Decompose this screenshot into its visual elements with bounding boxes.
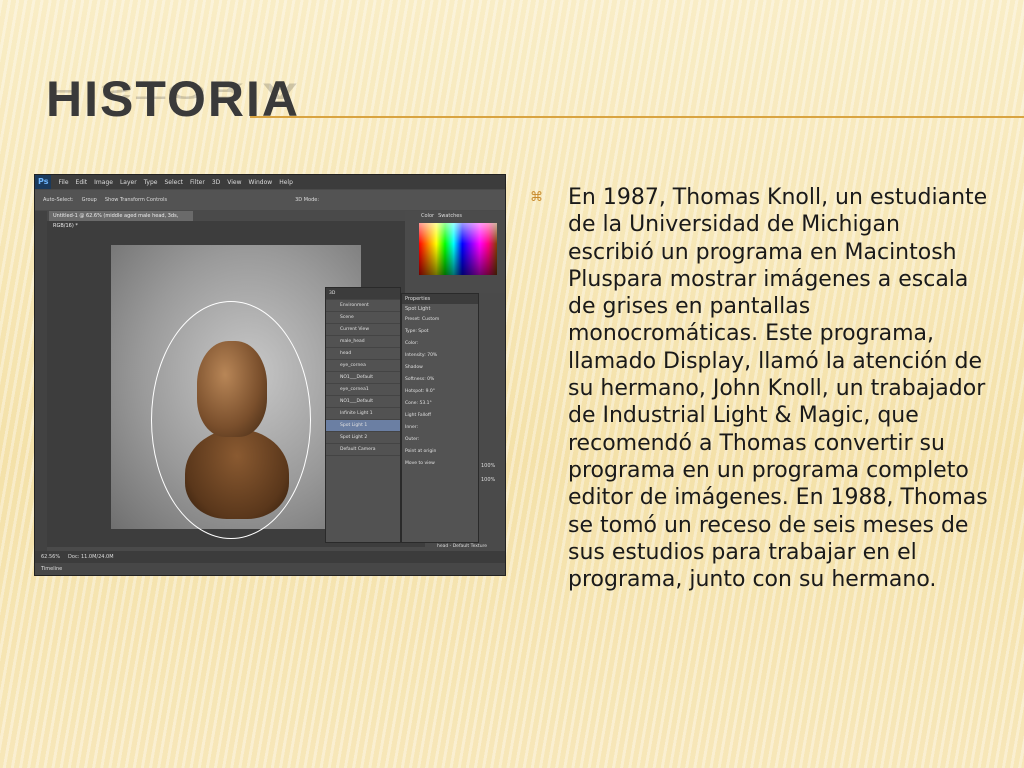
ps-menu-edit: Edit	[75, 178, 88, 186]
ps-menubar: Ps File Edit Image Layer Type Select Fil…	[35, 175, 505, 189]
ps-3d-row: Default Camera	[326, 444, 400, 456]
bullet-list: ⌘ En 1987, Thomas Knoll, un estudiante d…	[530, 184, 1000, 593]
ps-zoom-value: 100%	[481, 477, 496, 483]
ps-menu-view: View	[227, 178, 242, 186]
ps-prop-field: Preset: Custom	[405, 317, 440, 322]
ps-tools-panel	[35, 211, 47, 551]
photoshop-screenshot: Ps File Edit Image Layer Type Select Fil…	[34, 174, 506, 576]
ps-menu-3d: 3D	[211, 178, 221, 186]
ps-3d-row: eye_cornea1	[326, 384, 400, 396]
ps-3d-panel-header: 3D	[326, 288, 400, 300]
ps-status-doc: Doc: 11.0M/24.0M	[68, 554, 114, 560]
ps-menu-type: Type	[143, 178, 158, 186]
ps-prop-field: Softness: 0%	[405, 377, 435, 382]
ps-prop-field: Move to view	[405, 461, 435, 466]
ps-3d-row: Infinite Light 1	[326, 408, 400, 420]
ps-timeline-bar: Timeline	[35, 563, 505, 575]
ps-3d-row: Current View	[326, 324, 400, 336]
ps-prop-field: Hotspot: 9.0°	[405, 389, 435, 394]
ps-3d-mode-label: 3D Mode:	[295, 197, 320, 203]
ps-3d-row: NO1___Default	[326, 372, 400, 384]
ps-3d-row: head	[326, 348, 400, 360]
ps-show-transform-label: Show Transform Controls	[104, 197, 168, 203]
ps-properties-tab: Properties	[402, 294, 478, 304]
ps-prop-field: Point at origin	[405, 449, 437, 454]
ps-3d-panel: 3D Environment Scene Current View male_h…	[325, 287, 401, 543]
ps-menu-file: File	[58, 178, 69, 186]
ps-3d-head-shoulders	[185, 429, 289, 519]
ps-prop-field: Light Falloff	[405, 413, 431, 418]
bullet-cross-icon: ⌘	[530, 190, 543, 205]
ps-prop-field: Outer:	[405, 437, 420, 442]
ps-properties-panel: Properties Spot Light Preset: Custom Typ…	[401, 293, 479, 543]
ps-menu-help: Help	[279, 178, 293, 186]
ps-menu-select: Select	[164, 178, 183, 186]
ps-zoom-value: 100%	[481, 463, 496, 469]
ps-status-bar: 62.56% Doc: 11.0M/24.0M	[35, 551, 505, 563]
ps-properties-section: Spot Light	[402, 304, 478, 314]
ps-menu-image: Image	[94, 178, 113, 186]
ps-status-zoom: 62.56%	[41, 554, 61, 560]
ps-app-logo: Ps	[35, 175, 52, 189]
ps-prop-field: Cone: 53.1°	[405, 401, 432, 406]
ps-menu-filter: Filter	[189, 178, 205, 186]
ps-tab-swatches: Swatches	[438, 213, 462, 219]
bullet-item: ⌘ En 1987, Thomas Knoll, un estudiante d…	[530, 184, 1000, 593]
ps-prop-field: Shadow	[405, 365, 423, 370]
ps-3d-row-selected: Spot Light 1	[326, 420, 400, 432]
ps-3d-row: Scene	[326, 312, 400, 324]
ps-options-bar: Auto-Select: Group Show Transform Contro…	[35, 190, 505, 210]
ps-3d-row: male_head	[326, 336, 400, 348]
ps-prop-field: Inner:	[405, 425, 419, 430]
ps-group-select: Group	[81, 197, 97, 203]
ps-document-tab: Untitled-1 @ 62.6% (middle aged male hea…	[49, 211, 193, 229]
ps-prop-field: Intensity: 70%	[405, 353, 438, 358]
ps-3d-row: eye_cornea	[326, 360, 400, 372]
ps-3d-head-model	[197, 341, 267, 437]
ps-swatches-grid	[419, 223, 497, 275]
ps-menu-layer: Layer	[119, 178, 137, 186]
ps-prop-field: Type: Spot	[405, 329, 429, 334]
ps-3d-row: Environment	[326, 300, 400, 312]
bullet-text: En 1987, Thomas Knoll, un estudiante de …	[568, 185, 988, 593]
ps-menu-window: Window	[248, 178, 273, 186]
slide-title-reflection: Historia	[46, 78, 300, 104]
ps-3d-row: NO1___Default	[326, 396, 400, 408]
ps-auto-select-label: Auto-Select:	[43, 197, 74, 203]
ps-layer-info: head - Default Texture	[437, 544, 488, 549]
ps-3d-row: Spot Light 2	[326, 432, 400, 444]
title-underline-rule	[250, 116, 1024, 118]
ps-tab-color: Color	[421, 213, 435, 219]
ps-prop-field: Color:	[405, 341, 419, 346]
